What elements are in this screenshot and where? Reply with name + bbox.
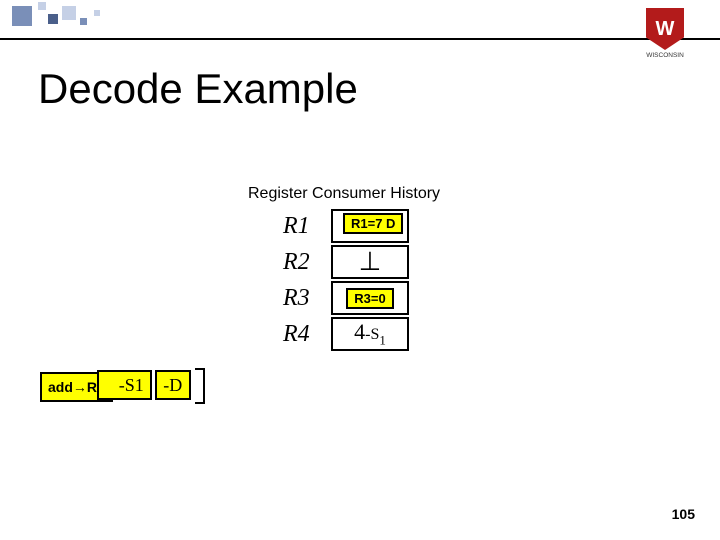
decode-d-box: -D [155, 370, 191, 400]
bottom-symbol-icon: ⊥ [359, 247, 382, 277]
r4-content: 4-S1 [354, 319, 386, 348]
reg-box-r3: R3=0 [331, 281, 409, 315]
logo-text: WISCONSIN [646, 52, 684, 59]
logo-letter: W [656, 18, 675, 41]
reg-label-r3: R3 [283, 285, 331, 312]
history-section-label: Register Consumer History [248, 185, 440, 203]
r3-badge: R3=0 [346, 288, 393, 309]
top-decoration [0, 0, 720, 40]
r1-overlay-badge: R1=7 D [343, 213, 403, 234]
right-bracket-icon [195, 368, 205, 404]
page-number: 105 [672, 506, 695, 522]
history-row-r4: R4 4-S1 [283, 316, 409, 352]
page-title: Decode Example [38, 65, 358, 113]
history-row-r2: R2 ⊥ [283, 244, 409, 280]
logo-shield-icon: W [646, 8, 684, 50]
register-history-table: R1 8-S1 R1=7 D R2 ⊥ R3 R3=0 R4 4-S1 [283, 208, 409, 352]
reg-label-r1: R1 [283, 213, 331, 240]
decode-instruction-row: add→R3 8 -S1 -D [40, 370, 187, 404]
reg-box-r2: ⊥ [331, 245, 409, 279]
reg-box-r1: 8-S1 R1=7 D [331, 209, 409, 243]
history-row-r3: R3 R3=0 [283, 280, 409, 316]
reg-label-r2: R2 [283, 249, 331, 276]
wisconsin-logo: W WISCONSIN [635, 8, 695, 68]
reg-label-r4: R4 [283, 321, 331, 348]
reg-box-r4: 4-S1 [331, 317, 409, 351]
history-row-r1: R1 8-S1 R1=7 D [283, 208, 409, 244]
decode-s1-box: -S1 [97, 370, 152, 400]
